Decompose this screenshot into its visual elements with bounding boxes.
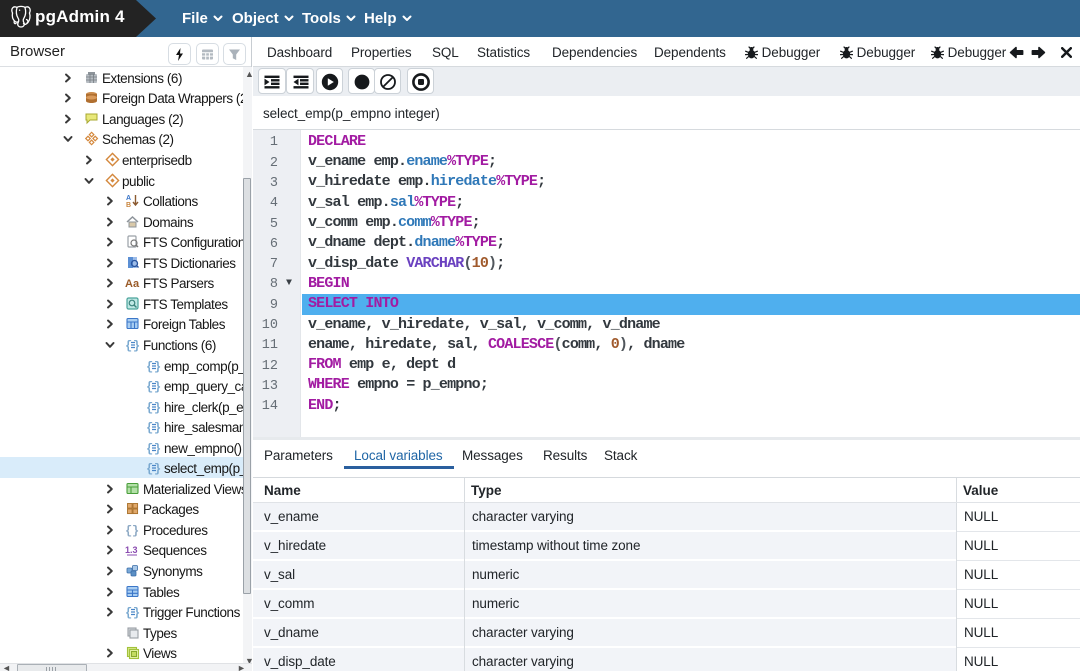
svg-text:B: B xyxy=(126,202,131,208)
svg-text:Aa: Aa xyxy=(125,278,140,290)
svg-text:A: A xyxy=(126,195,131,202)
svg-text:1.3: 1.3 xyxy=(125,545,138,555)
svg-text:}: } xyxy=(132,524,139,537)
